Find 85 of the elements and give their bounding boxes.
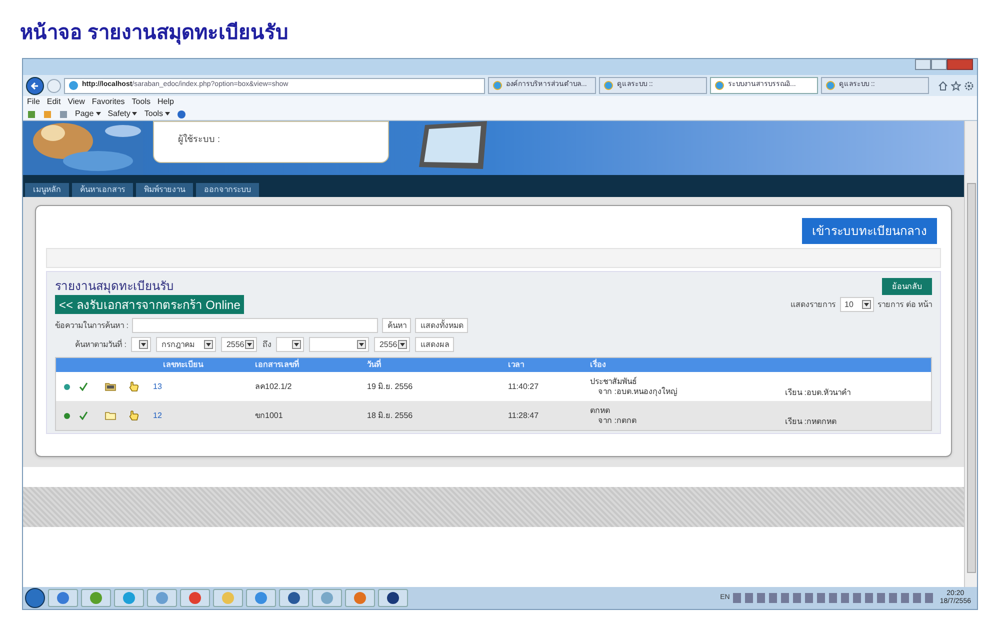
register-number-link[interactable]: 12 [153, 410, 162, 422]
year-dropdown[interactable]: 2556 [374, 337, 410, 352]
range-connector: ถึง [262, 338, 272, 350]
dropdown-arrow-icon [139, 340, 148, 349]
column-header: เลขทะเบียน [163, 359, 203, 371]
show-all-button[interactable]: แสดงทั้งหมด [415, 318, 468, 333]
command-menu[interactable]: Page [75, 108, 101, 120]
start-button[interactable] [25, 588, 45, 608]
menu-item[interactable]: File [27, 96, 40, 108]
dropdown-arrow-icon [357, 340, 366, 349]
dropdown-arrow-icon [398, 340, 408, 349]
taskbar-app-button[interactable] [279, 589, 309, 607]
search-button[interactable]: ค้นหา [382, 318, 412, 333]
recipient-text: เรียน :อบต.หัวนาคำ [785, 386, 851, 398]
nav-tab[interactable]: เมนูหลัก [25, 183, 69, 197]
register-number-link[interactable]: 13 [153, 380, 162, 392]
taskbar-app-button[interactable] [378, 589, 408, 607]
column-header: เรื่อง [590, 359, 606, 371]
back-button[interactable] [26, 76, 44, 94]
subject-text: ประชาสัมพันธ์ [590, 376, 638, 386]
tray-icons[interactable] [732, 593, 933, 603]
settings-icon[interactable] [964, 80, 974, 90]
nav-tab[interactable]: ค้นหาเอกสาร [72, 183, 133, 197]
dropdown-arrow-icon [132, 112, 138, 116]
check-icon [79, 382, 88, 391]
dropdown-arrow-icon [862, 300, 871, 309]
close-button[interactable] [947, 59, 973, 70]
nav-tab[interactable]: ออกจากระบบ [196, 183, 259, 197]
dropdown[interactable] [131, 337, 152, 352]
dropdown-arrow-icon [204, 340, 214, 349]
dropdown-arrow-icon [292, 340, 302, 349]
forward-button[interactable] [47, 78, 61, 92]
column-header: เวลา [508, 359, 524, 371]
table-cell: ลค102.1/2 [255, 380, 292, 392]
command-label: Safety [108, 108, 130, 120]
show-results-button[interactable]: แสดงผล [415, 337, 454, 352]
menu-item[interactable]: Tools [132, 96, 150, 108]
sender-text: จาก :อบต.หนองกุงใหญ่ [597, 386, 679, 396]
hand-icon[interactable] [129, 381, 139, 392]
maximize-button[interactable] [931, 59, 947, 70]
dropdown-arrow-icon [245, 340, 254, 349]
command-menu[interactable]: Safety [108, 108, 138, 120]
menu-item[interactable]: Favorites [92, 96, 125, 108]
month-dropdown[interactable]: กรกฎาคม [156, 337, 216, 352]
search-label: ข้อความในการค้นหา : [55, 320, 128, 332]
column-header: วันที่ [367, 359, 381, 371]
back-arrow-icon [30, 80, 40, 90]
help-icon[interactable] [177, 110, 186, 118]
column-header: เอกสารเลขที่ [255, 359, 299, 371]
table-cell: ขก1001 [255, 410, 283, 422]
table-cell: 11:40:27 [508, 380, 539, 392]
document-heading: หน้าจอ รายงานสมุดทะเบียนรับ [20, 20, 290, 47]
home-icon[interactable] [938, 80, 948, 90]
menu-item[interactable]: Help [157, 96, 174, 108]
year-dropdown[interactable]: 2556 [221, 337, 258, 352]
recipient-text: เรียน :กหตกหต [785, 416, 836, 428]
dropdown-arrow-icon [165, 112, 170, 116]
nav-tab[interactable]: พิมพ์รายงาน [136, 183, 193, 197]
menu-item[interactable]: Edit [46, 96, 61, 108]
hand-icon[interactable] [129, 410, 139, 421]
search-field[interactable] [132, 318, 378, 333]
online-inbox-button[interactable]: << ลงรับเอกสารจากตระกร้า Online [55, 295, 244, 314]
table-cell: 18 มิ.ย. 2556 [367, 410, 413, 422]
per-page-label: รายการ ต่อ หน้า [878, 298, 932, 310]
central-registry-button[interactable]: เข้าระบบทะเบียนกลาง [802, 218, 937, 244]
command-label: Page [75, 108, 94, 120]
scrollbar[interactable] [964, 121, 977, 587]
date-filter-label: ค้นหาตามวันที่ : [75, 338, 126, 350]
per-page-label: แสดงรายการ [790, 298, 836, 310]
command-menu[interactable]: Tools [144, 108, 170, 120]
minimize-button[interactable] [915, 59, 931, 70]
table-cell: 19 มิ.ย. 2556 [367, 380, 413, 392]
report-title: รายงานสมุดทะเบียนรับ [55, 278, 174, 294]
back-button[interactable]: ย้อนกลับ [882, 278, 932, 295]
star-icon[interactable] [951, 80, 961, 90]
folder-icon[interactable] [105, 382, 116, 391]
menu-item[interactable]: View [68, 96, 85, 108]
check-icon [79, 411, 88, 420]
per-page-dropdown[interactable]: 10 [840, 297, 874, 312]
subject-text: ตกหต [590, 406, 611, 416]
user-label: ผู้ใช้ระบบ : [178, 134, 220, 144]
table-cell: 11:28:47 [508, 410, 539, 422]
command-label: Tools [144, 108, 164, 120]
dropdown-arrow-icon [96, 112, 101, 116]
sender-text: จาก :กตกต [597, 416, 638, 426]
